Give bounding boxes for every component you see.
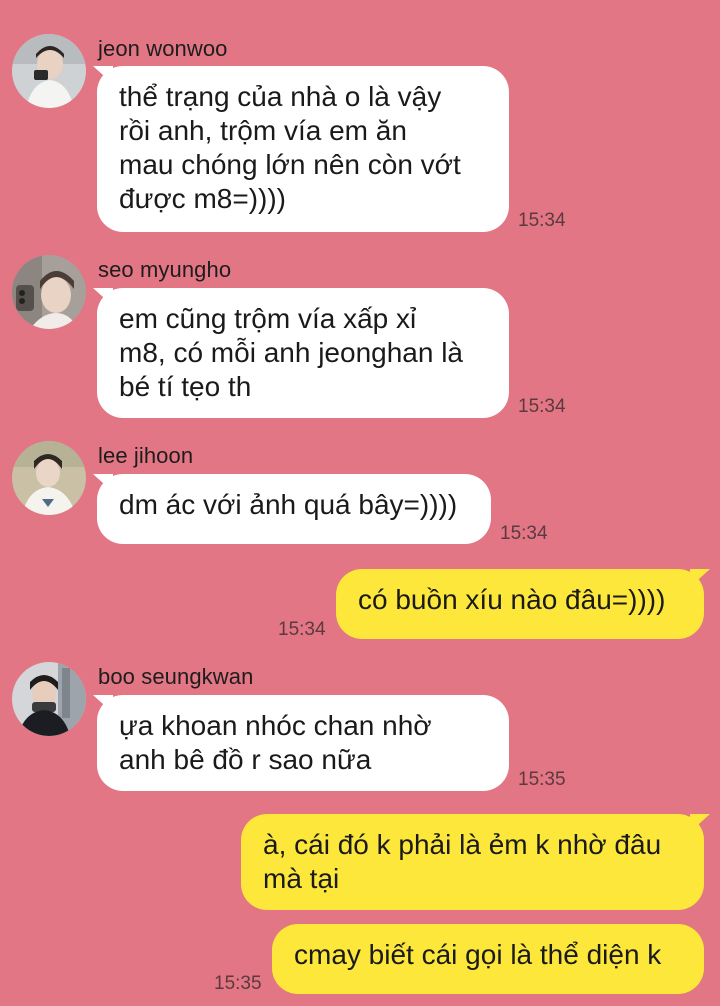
message-bubble-outgoing[interactable]: cmay biết cái gọi là thể diện k [272,924,704,994]
message-text: anh bê đồ r sao nữa [119,744,372,775]
message-timestamp: 15:35 [518,769,566,790]
sender-name: seo myungho [98,257,232,282]
message-timestamp: 15:35 [214,973,262,994]
message-text: có buồn xíu nào đâu=)))) [358,584,666,615]
message-text: được m8=)))) [119,183,287,214]
sender-name: jeon wonwoo [98,36,228,61]
avatar-seungkwan[interactable] [12,662,86,736]
avatar-jihoon[interactable] [12,441,86,515]
bubble-tail-icon [690,569,710,587]
message-bubble-incoming[interactable]: thể trạng của nhà o là vậy rồi anh, trộm… [93,66,509,232]
bubble-tail-icon [93,66,113,84]
message-bubble-outgoing[interactable]: có buồn xíu nào đâu=)))) [336,569,710,639]
message-text: cmay biết cái gọi là thể diện k [294,939,662,970]
message-text: dm ác với ảnh quá bây=)))) [119,489,458,520]
bubble-tail-icon [93,288,113,306]
message-bubble-outgoing[interactable]: à, cái đó k phải là ẻm k nhờ đâu mà tại [241,814,710,910]
bubble-tail-icon [690,814,710,832]
message-text: m8, có mỗi anh jeonghan là [119,337,463,368]
sender-name: lee jihoon [98,443,194,468]
message-text: mà tại [263,863,340,894]
avatar-wonwoo[interactable] [12,34,86,108]
message-text: em cũng trộm vía xấp xỉ [119,303,417,334]
bubble-tail-icon [93,474,113,492]
bubble-tail-icon [93,695,113,713]
message-timestamp: 15:34 [278,619,326,640]
message-bubble-incoming[interactable]: em cũng trộm vía xấp xỉ m8, có mỗi anh j… [93,288,509,418]
message-text: rồi anh, trộm vía em ăn [119,115,407,146]
message-bubble-incoming[interactable]: ựa khoan nhóc chan nhờ anh bê đồ r sao n… [93,695,509,791]
avatar-myungho[interactable] [12,255,86,329]
sender-name: boo seungkwan [98,664,254,689]
message-timestamp: 15:34 [500,523,548,544]
message-timestamp: 15:34 [518,396,566,417]
message-text: mau chóng lớn nên còn vớt [119,149,461,180]
message-text: ựa khoan nhóc chan nhờ [119,710,432,741]
message-bubble-incoming[interactable]: dm ác với ảnh quá bây=)))) [93,474,491,544]
message-text: à, cái đó k phải là ẻm k nhờ đâu [263,829,662,860]
message-text: thể trạng của nhà o là vậy [119,81,442,112]
message-text: bé tí tẹo th [119,371,252,402]
message-timestamp: 15:34 [518,210,566,231]
